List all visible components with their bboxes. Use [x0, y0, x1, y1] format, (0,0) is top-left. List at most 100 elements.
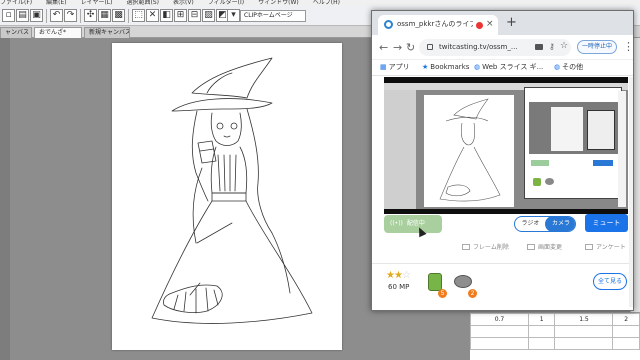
preview-item-icon — [545, 178, 554, 185]
brush-size-cell[interactable] — [527, 325, 556, 338]
brush-size-cell[interactable] — [470, 325, 529, 338]
globe-icon: ◍ — [554, 63, 561, 71]
paused-button[interactable]: 一時停止中 — [577, 40, 617, 54]
star-icon: ★ — [422, 63, 429, 71]
item-count-badge: 2 — [468, 289, 477, 298]
recording-dot-icon — [476, 22, 483, 29]
canvas-tab-2[interactable]: おでんざ* — [34, 27, 82, 38]
brush-size-cell[interactable]: 0.7 — [470, 313, 529, 326]
preview-mute-chip — [593, 160, 613, 166]
brush-size-cell[interactable] — [612, 325, 640, 338]
brush-size-cell[interactable] — [527, 337, 556, 350]
bookmark-bookmarks[interactable]: ★ Bookmarks — [422, 62, 469, 73]
canvas-tab-1[interactable]: ャンバス — [0, 27, 32, 38]
preview-browser-window — [524, 87, 622, 199]
menu-icon[interactable]: ⋮ — [623, 40, 633, 53]
bookmark-apps[interactable]: ▦ アプリ — [380, 62, 410, 73]
select-all-icon[interactable]: ⬚ — [132, 9, 145, 22]
tab-title: ossm_pkkrさんのライブ配信 — [397, 20, 473, 28]
clear-icon[interactable]: ▦ — [98, 9, 111, 22]
save-icon[interactable]: ▣ — [30, 9, 43, 22]
tool-strip — [0, 38, 10, 360]
bookmark-other[interactable]: ◍ その他 — [554, 62, 583, 73]
see-all-button[interactable]: 全て見る — [593, 273, 627, 290]
transform-icon[interactable]: ✣ — [84, 9, 97, 22]
apps-icon: ▦ — [380, 63, 387, 71]
address-bar[interactable]: twitcasting.tv/ossm_... ⚷ ☆ — [419, 39, 571, 56]
twitcasting-favicon-icon — [384, 20, 393, 29]
canvas-tab-3[interactable]: 新規キャンバス — [84, 27, 130, 38]
survey-button[interactable]: アンケート — [585, 241, 626, 254]
preview-nested-canvas — [551, 107, 583, 151]
back-icon[interactable]: ← — [379, 41, 388, 54]
coin-item-icon[interactable] — [454, 275, 472, 288]
bookmark-star-icon[interactable]: ☆ — [560, 41, 568, 51]
preview-left-panel — [384, 90, 416, 209]
mp-count: 60 MP — [388, 283, 410, 291]
preview-app-screen — [384, 83, 628, 209]
redo-icon[interactable]: ↷ — [64, 9, 77, 22]
tea-item-icon[interactable] — [428, 273, 442, 291]
bookmark-web-slice[interactable]: ◍ Web スライス ギ... — [474, 62, 543, 73]
preview-nested-screen — [529, 102, 619, 154]
window-scrollbar[interactable] — [629, 77, 633, 307]
clip-home-link[interactable]: CLIPホームページ — [240, 10, 306, 22]
item-count-badge: 5 — [438, 289, 447, 298]
undo-icon[interactable]: ↶ — [50, 9, 63, 22]
cast-icon[interactable] — [535, 44, 543, 50]
shrink-icon[interactable]: ⊟ — [188, 9, 201, 22]
image-icon — [462, 244, 470, 250]
source-toggle[interactable]: ラジオ カメラ — [514, 216, 576, 232]
preview-line-art — [439, 98, 501, 202]
preview-item-icon — [533, 178, 541, 186]
radio-option[interactable]: ラジオ — [515, 217, 546, 231]
browser-window: ossm_pkkrさんのライブ配信 × + ← → ↻ twitcasting.… — [371, 10, 634, 311]
globe-icon: ◍ — [474, 63, 481, 71]
browser-tab[interactable]: ossm_pkkrさんのライブ配信 × — [378, 15, 498, 35]
toolbar-divider — [128, 9, 129, 23]
forward-icon[interactable]: → — [393, 41, 402, 54]
invert-icon[interactable]: ◧ — [160, 9, 173, 22]
brush-size-cell[interactable]: 1.5 — [554, 313, 614, 326]
lock-icon — [427, 44, 433, 50]
toolbar-divider — [46, 9, 47, 23]
drawing-canvas[interactable] — [112, 43, 342, 350]
rating-stars: ★★☆ — [386, 270, 411, 281]
broadcasting-button[interactable]: ((•)) 配信中 — [384, 215, 442, 233]
key-icon[interactable]: ⚷ — [549, 42, 555, 51]
camera-option[interactable]: カメラ — [545, 217, 575, 231]
brush-size-cell[interactable] — [554, 337, 614, 350]
new-file-icon[interactable]: ▫ — [2, 9, 15, 22]
convert-icon[interactable]: ▨ — [202, 9, 215, 22]
expand-icon[interactable]: ⊞ — [174, 9, 187, 22]
chat-icon — [585, 244, 593, 250]
witch-line-art — [151, 57, 313, 324]
browser-tab-row: ossm_pkkrさんのライブ配信 × + — [372, 11, 633, 35]
brush-size-cell[interactable] — [554, 325, 614, 338]
brush-size-cell[interactable]: 2 — [612, 313, 640, 326]
screen-icon — [527, 244, 535, 250]
broadcast-signal-icon: ((•)) — [390, 220, 403, 227]
change-screen-button[interactable]: 画面変更 — [527, 241, 562, 254]
dropdown-icon[interactable]: ▾ — [227, 9, 240, 22]
toolbar-divider — [80, 9, 81, 23]
new-tab-button[interactable]: + — [506, 15, 517, 31]
preview-onair-chip — [531, 160, 549, 166]
mute-button[interactable]: ミュート — [585, 214, 628, 232]
delete-frame-button[interactable]: フレーム削除 — [462, 241, 509, 254]
fill-icon[interactable]: ▩ — [112, 9, 125, 22]
preview-nested-window — [587, 110, 615, 150]
close-tab-icon[interactable]: × — [486, 18, 494, 30]
preview-canvas — [424, 95, 514, 207]
section-divider — [372, 263, 633, 264]
brush-size-cell[interactable] — [470, 337, 529, 350]
live-video-preview[interactable] — [384, 77, 628, 214]
brush-size-panel: 0.7 1 1.5 2 — [470, 312, 640, 360]
bookmarks-bar: ▦ アプリ ★ Bookmarks ◍ Web スライス ギ... ◍ その他 — [372, 60, 633, 76]
url-text: twitcasting.tv/ossm_... — [439, 43, 518, 51]
brush-size-cell[interactable]: 1 — [527, 313, 556, 326]
deselect-icon[interactable]: ✕ — [146, 9, 159, 22]
brush-size-cell[interactable] — [612, 337, 640, 350]
reload-icon[interactable]: ↻ — [406, 41, 415, 54]
open-icon[interactable]: ▤ — [16, 9, 29, 22]
